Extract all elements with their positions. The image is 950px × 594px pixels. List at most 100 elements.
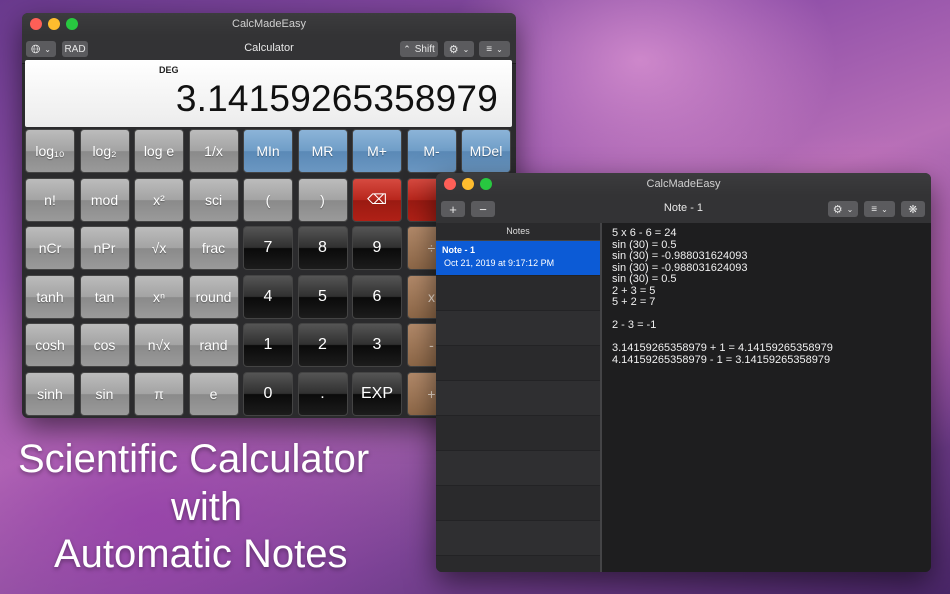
key-r0c8[interactable]: MDel (461, 129, 511, 173)
key-r5c1[interactable]: sin (79, 371, 130, 416)
key-r1c5[interactable]: ) (297, 177, 348, 222)
key-r0c7[interactable]: M- (406, 129, 457, 173)
key-r4c6[interactable]: 3 (352, 323, 402, 367)
empty-note-row (436, 486, 600, 521)
key-r5c4[interactable]: 0 (243, 371, 293, 416)
minimize-button[interactable] (48, 18, 60, 30)
key-r3c2[interactable]: xⁿ (134, 274, 184, 319)
key-r2c2[interactable]: √x (134, 226, 184, 270)
empty-note-row (436, 346, 600, 381)
note-title: Note - 1 (442, 245, 476, 255)
language-menu-button[interactable]: ⌄ (26, 41, 56, 57)
key-r1c3[interactable]: sci (188, 177, 239, 222)
key-r5c0[interactable]: sinh (25, 371, 75, 416)
note-line: sin (30) = 0.5 (612, 273, 677, 285)
key-r5c5[interactable]: . (297, 371, 348, 416)
add-note-button[interactable]: + (441, 201, 465, 217)
note-date: Oct 21, 2019 at 9:17:12 PM (444, 258, 555, 268)
key-r0c6[interactable]: M+ (352, 129, 402, 173)
help-button[interactable]: ❋ (901, 201, 925, 217)
sidebar-header: Notes (436, 223, 600, 241)
key-r4c2[interactable]: n√x (134, 323, 184, 367)
key-r3c1[interactable]: tan (79, 274, 130, 319)
chevron-down-icon: ⌄ (462, 44, 470, 54)
zoom-button[interactable] (66, 18, 78, 30)
key-r2c3[interactable]: frac (188, 226, 239, 270)
note-line: 2 - 3 = -1 (612, 319, 657, 331)
note-line: 3.14159265358979 + 1 = 4.14159265358979 (612, 342, 833, 354)
empty-note-row (436, 521, 600, 556)
key-r0c0[interactable]: log₁₀ (25, 129, 75, 173)
note-content-area[interactable]: 5 x 6 - 6 = 24 sin (30) = 0.5 sin (30) = -… (602, 223, 931, 572)
display-value: 3.14159265358979 (175, 78, 498, 119)
key-r1c4[interactable]: ( (243, 177, 293, 222)
key-r3c6[interactable]: 6 (352, 274, 402, 319)
key-r2c4[interactable]: 7 (243, 226, 293, 270)
key-r1c0[interactable]: n! (25, 177, 75, 222)
empty-note-row (436, 416, 600, 451)
note-line: 4.14159265358979 - 1 = 3.14159265358979 (612, 353, 831, 366)
close-button[interactable] (444, 178, 456, 190)
key-r2c1[interactable]: nPr (79, 226, 130, 270)
note-line: sin (30) = -0.988031624093 (612, 250, 748, 262)
key-r5c3[interactable]: e (188, 371, 239, 416)
empty-note-row (436, 451, 600, 486)
key-r4c0[interactable]: cosh (25, 323, 75, 367)
key-r1c2[interactable]: x² (134, 177, 184, 222)
hero-line-3: Automatic Notes (54, 532, 348, 576)
globe-icon (31, 44, 40, 54)
list-icon: ≡ (486, 43, 493, 55)
minimize-button[interactable] (462, 178, 474, 190)
key-r4c5[interactable]: 2 (297, 323, 348, 367)
close-button[interactable] (30, 18, 42, 30)
key-r5c6[interactable]: EXP (352, 371, 402, 416)
key-r5c2[interactable]: π (134, 371, 184, 416)
remove-note-button[interactable]: − (471, 201, 495, 217)
empty-note-row (436, 276, 600, 311)
list-icon: ≡ (871, 203, 878, 215)
key-r0c5[interactable]: MR (297, 129, 348, 173)
rad-button[interactable]: RAD (62, 41, 88, 57)
note-line: 2 + 3 = 5 (612, 284, 656, 297)
calculator-titlebar[interactable]: CalcMadeEasy (22, 13, 516, 35)
calculator-display: DEG 3.14159265358979 (25, 60, 512, 127)
shift-button[interactable]: ⌃ Shift (400, 41, 438, 57)
key-r0c1[interactable]: log₂ (79, 129, 130, 173)
key-r3c3[interactable]: round (188, 274, 239, 319)
hero-line-1: Scientific Calculator (18, 437, 370, 481)
chevron-down-icon: ⌄ (881, 204, 888, 214)
empty-note-rows (436, 276, 600, 572)
key-r0c3[interactable]: 1/x (188, 129, 239, 173)
empty-note-row (436, 381, 600, 416)
key-r4c4[interactable]: 1 (243, 323, 293, 367)
lifebuoy-icon: ❋ (908, 203, 918, 216)
shift-label: Shift (414, 43, 435, 55)
key-r3c4[interactable]: 4 (243, 274, 293, 319)
empty-note-row (436, 311, 600, 346)
empty-note-row (436, 556, 600, 572)
note-list-item-selected[interactable]: Note - 1 Oct 21, 2019 at 9:17:12 PM (436, 241, 600, 276)
key-r3c5[interactable]: 5 (297, 274, 348, 319)
angle-mode-indicator: DEG (159, 65, 179, 75)
settings-menu-button[interactable]: ⚙ ⌄ (828, 201, 858, 217)
note-line: 5 x 6 - 6 = 24 (612, 227, 677, 239)
key-r0c4[interactable]: MIn (243, 129, 293, 173)
zoom-button[interactable] (480, 178, 492, 190)
format-menu-button[interactable]: ≡ ⌄ (479, 41, 510, 57)
notes-window: CalcMadeEasy + − Note - 1 ⚙ ⌄ ≡ ⌄ ❋ Note… (436, 173, 931, 572)
key-r1c6[interactable]: ⌫ (352, 177, 402, 222)
caret-up-icon: ⌃ (403, 43, 411, 54)
key-r3c0[interactable]: tanh (25, 274, 75, 319)
notes-titlebar[interactable]: CalcMadeEasy (436, 173, 931, 195)
key-r2c6[interactable]: 9 (352, 226, 402, 270)
key-r4c1[interactable]: cos (79, 323, 130, 367)
key-r0c2[interactable]: log e (134, 129, 184, 173)
key-r2c0[interactable]: nCr (25, 226, 75, 270)
settings-menu-button[interactable]: ⚙ ⌄ (444, 41, 474, 57)
key-r1c1[interactable]: mod (79, 177, 130, 222)
key-r4c3[interactable]: rand (188, 323, 239, 367)
toolbar-title: Calculator (244, 42, 294, 54)
gear-icon: ⚙ (448, 43, 459, 56)
format-menu-button[interactable]: ≡ ⌄ (864, 201, 895, 217)
key-r2c5[interactable]: 8 (297, 226, 348, 270)
